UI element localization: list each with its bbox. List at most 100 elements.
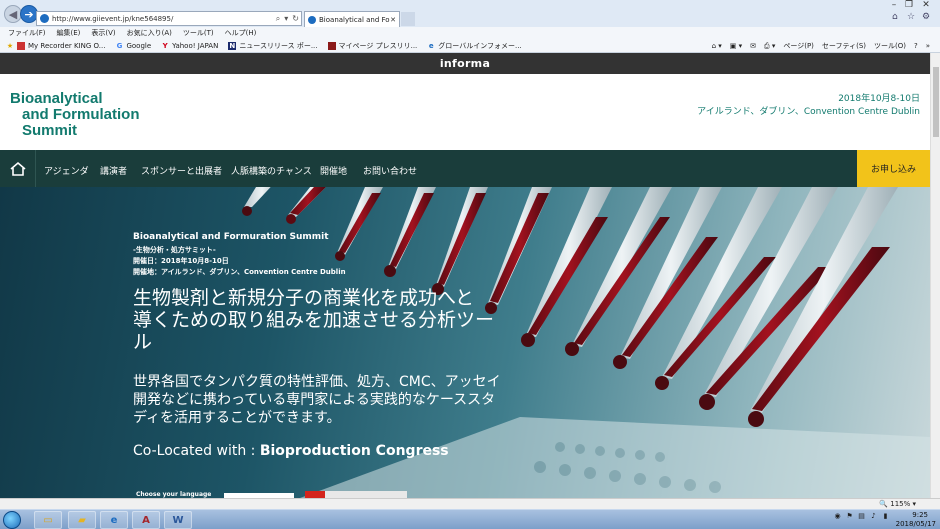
menu-view[interactable]: 表示(V) <box>91 28 115 38</box>
hero-description: ディを活用することができます。 <box>133 410 341 426</box>
pipette <box>485 187 552 314</box>
favorite-link[interactable]: N ニュースリリース ポー... <box>228 41 318 51</box>
hero-event-title: Bioanalytical and Formuration Summit <box>133 232 329 242</box>
cmd-page[interactable]: ページ(P) <box>783 41 814 51</box>
internet-explorer-icon[interactable]: e <box>100 511 128 529</box>
home-button[interactable] <box>0 150 36 187</box>
start-button[interactable] <box>3 511 21 529</box>
cmd-home-icon[interactable]: ⌂ ▾ <box>712 42 722 50</box>
main-navigation: アジェンダ 講演者 スポンサーと出展者 人脈構築のチャンス 開催地 お問い合わせ… <box>0 150 930 187</box>
clock-date[interactable]: 2018/05/17 <box>896 520 936 528</box>
star-icon: ★ <box>6 41 14 50</box>
tray-power-icon[interactable]: ▮ <box>881 512 890 521</box>
minimize-icon[interactable]: – <box>888 0 900 10</box>
nav-agenda[interactable]: アジェンダ <box>44 164 89 177</box>
colocated-event-name[interactable]: Bioproduction Congress <box>260 443 449 459</box>
site-logo-line[interactable]: Summit <box>22 122 77 139</box>
close-window-icon[interactable]: ✕ <box>920 0 932 10</box>
google-icon: G <box>116 41 123 50</box>
event-date: 2018年10月8-10日 <box>838 94 920 104</box>
menu-bar: ファイル(F) 編集(E) 表示(V) お気に入り(A) ツール(T) ヘルプ(… <box>0 27 940 39</box>
cmd-tools[interactable]: ツール(O) <box>874 41 906 51</box>
dropdown-icon[interactable]: ▾ <box>284 14 288 23</box>
tray-shield-icon[interactable]: ◉ <box>833 512 842 521</box>
pipette <box>242 187 271 216</box>
page-icon <box>327 41 336 50</box>
browser-tab-active[interactable]: Bioanalytical and Formul... ✕ <box>304 11 400 27</box>
cmd-safety[interactable]: セーフティ(S) <box>822 41 866 51</box>
nav-speakers[interactable]: 講演者 <box>100 164 127 177</box>
favorite-link[interactable]: e グローバルインフォメー... <box>427 41 522 51</box>
more-icon[interactable]: » <box>926 42 930 50</box>
refresh-icon[interactable]: ↻ <box>292 14 299 23</box>
favorite-label: Google <box>126 41 152 50</box>
zoom-value: 115% <box>890 500 911 508</box>
hero-banner: Bioanalytical and Formuration Summit -生物… <box>0 187 930 498</box>
favorite-link[interactable]: G Google <box>115 41 152 50</box>
pipette <box>335 187 383 261</box>
favorite-label: マイページ プレスリリ... <box>338 41 418 50</box>
favorites-star-icon[interactable]: ☆ <box>907 12 915 22</box>
zoom-level[interactable]: 🔍 115% ▾ <box>879 500 916 508</box>
tray-network-icon[interactable]: ▤ <box>857 512 866 521</box>
favorite-link[interactable]: マイページ プレスリリ... <box>327 41 418 51</box>
informa-logo[interactable]: informa <box>0 57 930 70</box>
hero-headline: 生物製剤と新規分子の商業化を成功へと <box>133 287 475 309</box>
address-bar[interactable]: http://www.giievent.jp/kne564895/ ⌕ ▾ ↻ <box>36 11 302 26</box>
clock-time[interactable]: 9:25 <box>912 511 928 519</box>
tray-flag-icon[interactable]: ⚑ <box>845 512 854 521</box>
nav-networking[interactable]: 人脈構築のチャンス <box>231 164 312 177</box>
site-favicon-icon <box>40 14 49 23</box>
hero-headline: 導くための取り組みを加速させる分析ツー <box>133 309 495 331</box>
menu-edit[interactable]: 編集(E) <box>57 28 81 38</box>
forward-arrow-icon: ➔ <box>24 7 34 21</box>
site-logo-line[interactable]: and Formulation <box>22 106 140 123</box>
new-tab-button[interactable] <box>401 12 415 26</box>
folder-icon[interactable]: ▰ <box>68 511 96 529</box>
bookmark-icon <box>17 41 25 50</box>
favorite-link[interactable]: ★ My Recorder KING O... <box>6 41 105 50</box>
search-icon[interactable]: ⌕ <box>276 14 280 24</box>
pipette <box>286 187 326 224</box>
maximize-icon[interactable]: ❐ <box>903 0 915 10</box>
informa-bar: informa <box>0 53 930 74</box>
pipette <box>613 187 722 369</box>
access-icon[interactable]: A <box>132 511 160 529</box>
favorite-link[interactable]: Y Yahoo! JAPAN <box>161 41 219 50</box>
yahoo-icon: Y <box>162 41 168 50</box>
flag-icon <box>305 491 325 498</box>
cmd-mail-icon[interactable]: ✉ <box>750 42 756 50</box>
menu-help[interactable]: ヘルプ(H) <box>225 28 257 38</box>
nav-venue[interactable]: 開催地 <box>320 164 347 177</box>
nav-contact[interactable]: お問い合わせ <box>363 164 417 177</box>
menu-file[interactable]: ファイル(F) <box>8 28 46 38</box>
choose-language-label: Choose your language <box>136 491 212 498</box>
system-tray: ◉ ⚑ ▤ ♪ ▮ <box>830 512 890 521</box>
cmd-feeds-icon[interactable]: ▣ ▾ <box>730 42 742 50</box>
explorer-icon[interactable]: ▭ <box>34 511 62 529</box>
menu-tools[interactable]: ツール(T) <box>183 28 214 38</box>
menu-favorites[interactable]: お気に入り(A) <box>127 28 172 38</box>
favorite-label: ニュースリリース ポー... <box>239 41 318 50</box>
pipette <box>748 187 898 427</box>
pipette <box>432 187 488 295</box>
tab-title: Bioanalytical and Formul... <box>319 15 390 24</box>
settings-gear-icon[interactable]: ⚙ <box>922 12 930 22</box>
language-option[interactable] <box>305 491 407 498</box>
back-arrow-icon: ◀ <box>8 7 18 21</box>
register-button[interactable]: お申し込み <box>857 150 930 187</box>
home-icon[interactable]: ⌂ <box>892 12 898 22</box>
hero-headline: ル <box>133 331 153 353</box>
colocated-line[interactable]: Co-Located with : Bioproduction Congress <box>133 443 449 459</box>
tab-favicon-icon <box>308 15 316 24</box>
tray-volume-icon[interactable]: ♪ <box>869 512 878 521</box>
nav-sponsors[interactable]: スポンサーと出展者 <box>141 164 222 177</box>
scroll-thumb[interactable] <box>933 67 939 137</box>
tab-close-icon[interactable]: ✕ <box>390 16 396 24</box>
word-icon[interactable]: W <box>164 511 192 529</box>
help-icon[interactable]: ? <box>914 42 918 50</box>
vertical-scrollbar[interactable] <box>930 53 940 498</box>
site-logo-line[interactable]: Bioanalytical <box>10 90 103 107</box>
hero-description: 世界各国でタンパク質の特性評価、処方、CMC、アッセイ <box>133 374 501 390</box>
cmd-print-icon[interactable]: ⎙ ▾ <box>764 42 775 51</box>
